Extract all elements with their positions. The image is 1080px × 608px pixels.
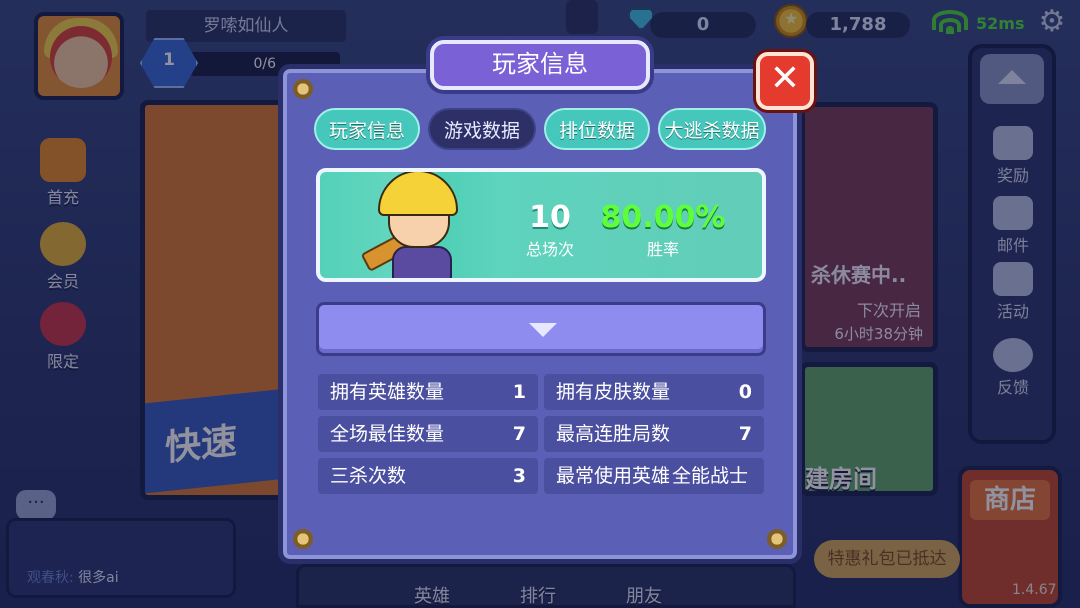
- summary-card: 10 总场次 80.00% 胜率: [316, 168, 766, 282]
- stat-value: 7: [738, 423, 752, 445]
- hero-body: [392, 246, 452, 278]
- tab-game-data[interactable]: 游戏数据: [428, 108, 536, 150]
- stat-value: 1: [512, 381, 526, 403]
- expand-toggle[interactable]: [316, 302, 766, 356]
- game-screen: 罗嗦如仙人 0/6 1 0 1,788 52ms ⚙ 首充 会员 限定 快速 杀…: [0, 0, 1080, 608]
- stat-label: 拥有英雄数量: [330, 381, 445, 403]
- stat-value: 7: [512, 423, 526, 445]
- stat-label: 全场最佳数量: [330, 423, 445, 445]
- close-icon: ✕: [769, 58, 801, 99]
- rivet: [293, 529, 313, 549]
- hero-hair: [378, 172, 458, 216]
- stat-label: 三杀次数: [330, 465, 407, 487]
- stat-value: 全能战士: [672, 465, 749, 487]
- stat-value: 0: [738, 381, 752, 403]
- close-button[interactable]: ✕: [756, 52, 814, 110]
- stat-label: 拥有皮肤数量: [556, 381, 671, 403]
- tab-player-info[interactable]: 玩家信息: [314, 108, 420, 150]
- stat-row: 最高连胜局数 7: [544, 416, 764, 452]
- chevron-down-icon: [529, 323, 557, 337]
- win-rate-label: 胜率: [646, 240, 679, 259]
- tab-ranked-data[interactable]: 排位数据: [544, 108, 650, 150]
- rivet: [767, 529, 787, 549]
- total-matches-label: 总场次: [525, 240, 574, 259]
- stat-row: 最常使用英雄 全能战士: [544, 458, 764, 494]
- stat-row: 拥有皮肤数量 0: [544, 374, 764, 410]
- tab-battle-royale-data[interactable]: 大逃杀数据: [658, 108, 766, 150]
- modal-title: 玩家信息: [430, 40, 650, 90]
- stat-value: 3: [512, 465, 526, 487]
- stat-row: 拥有英雄数量 1: [318, 374, 538, 410]
- stat-row: 全场最佳数量 7: [318, 416, 538, 452]
- rivet: [293, 79, 313, 99]
- win-rate-value: 80.00%: [600, 200, 726, 235]
- stat-label: 最高连胜局数: [556, 423, 671, 445]
- total-matches-value: 10: [529, 200, 571, 235]
- hero-portrait: [360, 172, 482, 278]
- stat-label: 最常使用英雄: [556, 465, 671, 487]
- stat-row: 三杀次数 3: [318, 458, 538, 494]
